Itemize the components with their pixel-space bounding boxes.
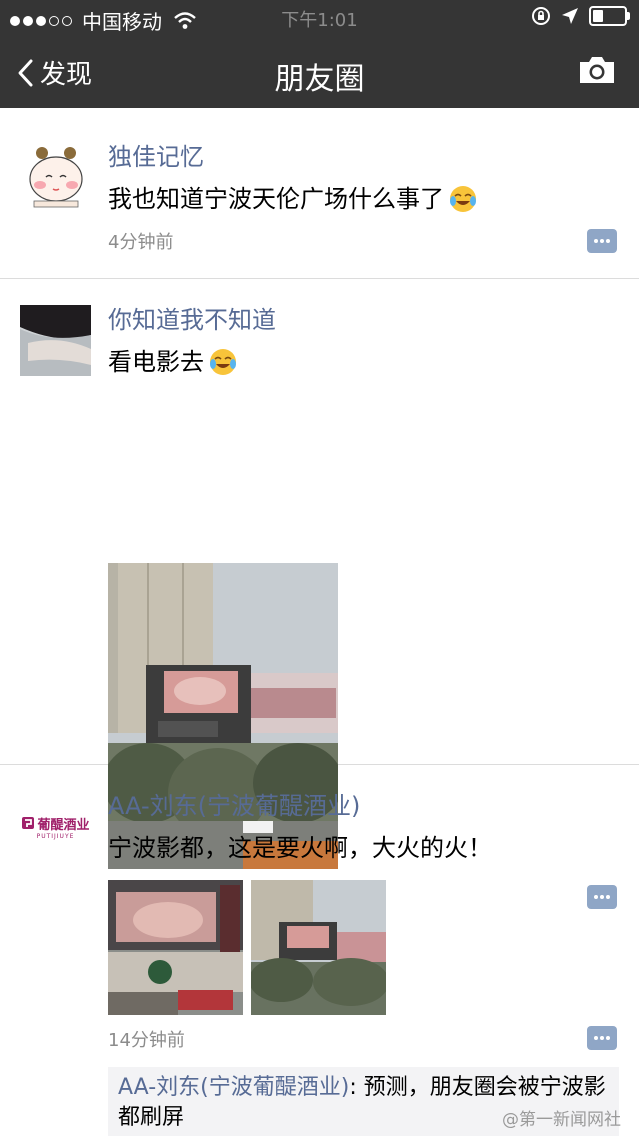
- avatar[interactable]: [20, 305, 91, 376]
- battery-icon: [589, 6, 630, 26]
- author-name[interactable]: AA-刘东(宁波葡醍酒业): [108, 791, 619, 821]
- post-text: 看电影去: [108, 347, 619, 377]
- avatar-brand-sub: PUTIJIUYE: [36, 832, 75, 840]
- author-name[interactable]: 你知道我不知道: [108, 305, 619, 335]
- rotation-lock-icon: [532, 7, 550, 25]
- comment-dots-icon[interactable]: [587, 229, 617, 253]
- comment-separator: :: [349, 1075, 364, 1100]
- location-arrow-icon: [562, 8, 578, 24]
- status-bar: 中国移动 下午1:01: [0, 0, 639, 36]
- crying-laughing-emoji-icon: [210, 349, 236, 375]
- moment-post: 独佳记忆 我也知道宁波天伦广场什么事了 4分钟前: [0, 108, 639, 279]
- avatar-brand: 葡醍酒业: [37, 817, 90, 833]
- comment-author[interactable]: AA-刘东(宁波葡醍酒业): [118, 1075, 349, 1100]
- moment-post: 葡醍酒业 PUTIJIUYE AA-刘东(宁波葡醍酒业) 宁波影都，这是要火啊，…: [0, 765, 639, 1136]
- putijiuye-logo-icon: [22, 817, 35, 829]
- post-time: 4分钟前: [108, 232, 174, 253]
- post-text: 我也知道宁波天伦广场什么事了: [108, 184, 619, 214]
- moment-post: 你知道我不知道 看电影去: [0, 279, 639, 910]
- post-photo[interactable]: [251, 880, 386, 1015]
- moments-feed[interactable]: 独佳记忆 我也知道宁波天伦广场什么事了 4分钟前 你知道我不知道 看电影去 葡醍…: [0, 108, 639, 1136]
- watermark: @第一新闻网社: [502, 1110, 621, 1130]
- page-title: 朋友圈: [274, 62, 365, 97]
- author-name[interactable]: 独佳记忆: [108, 142, 619, 172]
- post-text: 宁波影都，这是要火啊，大火的火！: [108, 834, 492, 862]
- post-text-content: 我也知道宁波天伦广场什么事了: [108, 185, 444, 213]
- post-text-content: 看电影去: [108, 348, 204, 376]
- crying-laughing-emoji-icon: [450, 186, 476, 212]
- post-photo[interactable]: [108, 880, 243, 1015]
- avatar[interactable]: 葡醍酒业 PUTIJIUYE: [20, 791, 91, 862]
- camera-icon[interactable]: [577, 54, 617, 86]
- post-time: 14分钟前: [108, 1030, 185, 1051]
- avatar[interactable]: [20, 143, 91, 214]
- nav-bar: 发现 朋友圈: [0, 36, 639, 108]
- comment-dots-icon[interactable]: [587, 1026, 617, 1050]
